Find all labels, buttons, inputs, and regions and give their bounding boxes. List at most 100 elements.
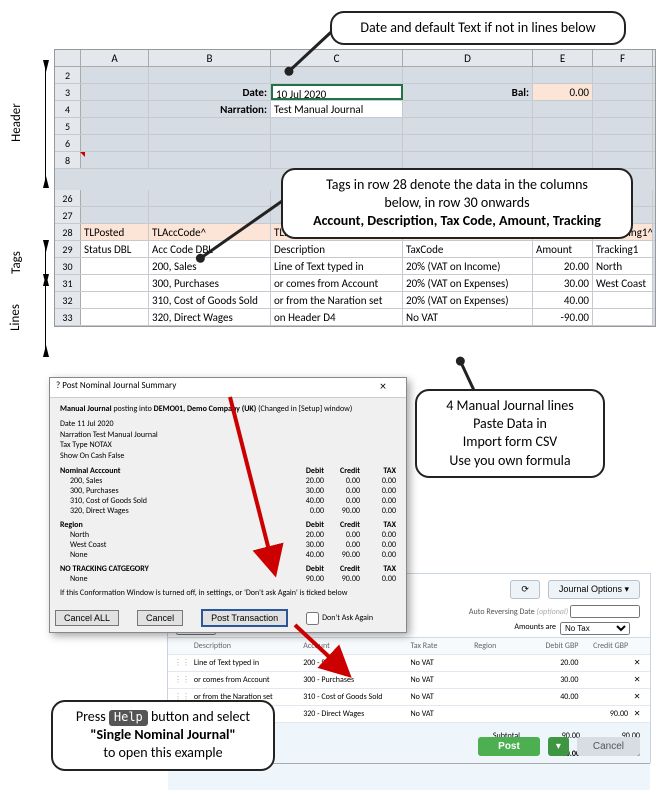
rowhdr-27[interactable]: 27: [55, 207, 81, 223]
delete-row-icon[interactable]: ✕: [628, 675, 646, 685]
post-transaction-button[interactable]: Post Transaction: [201, 609, 288, 627]
delete-row-icon[interactable]: ✕: [628, 692, 646, 702]
col-credit2: Credit: [324, 520, 360, 530]
col-D[interactable]: D: [403, 50, 533, 66]
line0-acc[interactable]: 200, Sales: [149, 258, 271, 274]
delete-row-icon[interactable]: ✕: [628, 658, 646, 668]
rowhdr-2[interactable]: 2: [55, 67, 81, 83]
date-value[interactable]: 10 Jul 2020: [271, 84, 403, 100]
line1-acc[interactable]: 300, Purchases: [149, 275, 271, 291]
tag-posted[interactable]: TLPosted: [81, 224, 149, 240]
cancel-button-xero[interactable]: Cancel: [577, 737, 640, 756]
xero-row-0[interactable]: ⋮⋮ Line of Text typed in 200 - Sales No …: [168, 655, 650, 672]
hdr-description[interactable]: Description: [271, 241, 403, 257]
xr0-desc[interactable]: Line of Text typed in: [192, 658, 303, 668]
line2-trk[interactable]: [593, 292, 653, 308]
line3-acc[interactable]: 320, Direct Wages: [149, 309, 271, 325]
xr0-deb[interactable]: 20.00: [529, 658, 579, 668]
drag-handle-icon[interactable]: ⋮⋮: [172, 658, 192, 668]
cancel-all-button[interactable]: Cancel ALL: [55, 610, 119, 626]
col-F[interactable]: F: [593, 50, 653, 66]
narration-value[interactable]: Test Manual Journal: [271, 101, 403, 117]
rowhdr-6[interactable]: 6: [55, 135, 81, 151]
xr2-deb[interactable]: 40.00: [529, 692, 579, 702]
rowhdr-30[interactable]: 30: [55, 258, 81, 274]
a-r2c0: 310, Cost of Goods Sold: [70, 496, 288, 506]
line2-tax[interactable]: 20% (VAT on Expenses): [403, 292, 533, 308]
hdr-status[interactable]: Status DBL: [81, 241, 149, 257]
hdr-tracking[interactable]: Tracking1: [593, 241, 653, 257]
rowhdr-26[interactable]: 26: [55, 190, 81, 206]
line1-amt[interactable]: 30.00: [533, 275, 593, 291]
rowhdr-32[interactable]: 32: [55, 292, 81, 308]
line2-desc[interactable]: or from the Naration set: [271, 292, 403, 308]
xr0-acct[interactable]: 200 - Sales: [303, 658, 410, 668]
xr1-desc[interactable]: or comes from Account: [192, 675, 303, 685]
a-r2c2: 0.00: [324, 496, 360, 506]
line3-tax[interactable]: No VAT: [403, 309, 533, 325]
line3-desc[interactable]: on Header D4: [271, 309, 403, 325]
post-button[interactable]: Post: [478, 737, 540, 756]
tag-acccode[interactable]: TLAccCode^: [149, 224, 271, 240]
unknown-icon-button[interactable]: ⟳: [510, 580, 540, 599]
cancel-button[interactable]: Cancel: [137, 610, 183, 626]
label-header: Header: [9, 103, 24, 142]
xr1-acct[interactable]: 300 - Purchases: [303, 675, 410, 685]
xr3-cred[interactable]: 90.00: [578, 709, 628, 719]
close-icon[interactable]: ×: [366, 380, 400, 395]
line3-amt[interactable]: -90.00: [533, 309, 593, 325]
dlg-showoncash: Show On Cash False: [60, 451, 396, 461]
dont-ask-again-checkbox[interactable]: Don't Ask Again: [306, 612, 373, 625]
rowhdr-4[interactable]: 4: [55, 101, 81, 117]
callout-top: Date and default Text if not in lines be…: [330, 11, 626, 45]
xr1-tax[interactable]: No VAT: [411, 675, 475, 685]
col-C[interactable]: C: [271, 50, 403, 66]
a-r1c0: 300, Purchases: [70, 486, 288, 496]
line2-amt[interactable]: 40.00: [533, 292, 593, 308]
xcol-reg: Region: [474, 641, 529, 651]
post-dropdown-button[interactable]: ▾: [548, 737, 569, 756]
row-29: 29 Status DBL Acc Code DBL Description T…: [55, 241, 655, 258]
rowhdr-28[interactable]: 28: [55, 224, 81, 240]
xr0-tax[interactable]: No VAT: [411, 658, 475, 668]
xr2-acct[interactable]: 310 - Cost of Goods Sold: [303, 692, 410, 702]
xr1-deb[interactable]: 30.00: [529, 675, 579, 685]
xr3-tax[interactable]: No VAT: [411, 709, 475, 719]
line0-trk[interactable]: North: [593, 258, 653, 274]
bal-value[interactable]: 0.00: [533, 84, 593, 100]
line2-acc[interactable]: 310, Cost of Goods Sold: [149, 292, 271, 308]
rowhdr-29[interactable]: 29: [55, 241, 81, 257]
xr2-tax[interactable]: No VAT: [411, 692, 475, 702]
col-credit3: Credit: [324, 564, 360, 574]
rowhdr-5[interactable]: 5: [55, 118, 81, 134]
hdr-amount[interactable]: Amount: [533, 241, 593, 257]
journal-options-button[interactable]: Journal Options ▾: [548, 580, 640, 599]
delete-row-icon[interactable]: ✕: [628, 709, 646, 719]
r-r0c0: North: [70, 530, 288, 540]
drag-handle-icon[interactable]: ⋮⋮: [172, 675, 192, 685]
line0-amt[interactable]: 20.00: [533, 258, 593, 274]
xr3-acct[interactable]: 320 - Direct Wages: [303, 709, 410, 719]
line1-desc[interactable]: or comes from Account: [271, 275, 403, 291]
callout-help-prefix: Press: [76, 708, 109, 725]
auto-rev-date-input[interactable]: [570, 605, 640, 618]
col-B[interactable]: B: [149, 50, 271, 66]
line0-tax[interactable]: 20% (VAT on Income): [403, 258, 533, 274]
hdr-taxcode[interactable]: TaxCode: [403, 241, 533, 257]
line1-tax[interactable]: 20% (VAT on Expenses): [403, 275, 533, 291]
col-A[interactable]: A: [81, 50, 149, 66]
amounts-select[interactable]: No Tax: [560, 622, 630, 635]
a-r2c3: 0.00: [360, 496, 396, 506]
line1-trk[interactable]: West Coast: [593, 275, 653, 291]
col-debit3: Debit: [288, 564, 324, 574]
rowhdr-8[interactable]: 8: [55, 152, 81, 168]
rowhdr-33[interactable]: 33: [55, 309, 81, 325]
a-r3c0: 320, Direct Wages: [70, 506, 288, 516]
rowhdr-31[interactable]: 31: [55, 275, 81, 291]
col-E[interactable]: E: [533, 50, 593, 66]
rowhdr-3[interactable]: 3: [55, 84, 81, 100]
dlg-intro-strong: Manual Journal: [60, 404, 112, 414]
line0-desc[interactable]: Line of Text typed in: [271, 258, 403, 274]
line3-trk[interactable]: [593, 309, 653, 325]
xero-row-1[interactable]: ⋮⋮ or comes from Account 300 - Purchases…: [168, 672, 650, 689]
